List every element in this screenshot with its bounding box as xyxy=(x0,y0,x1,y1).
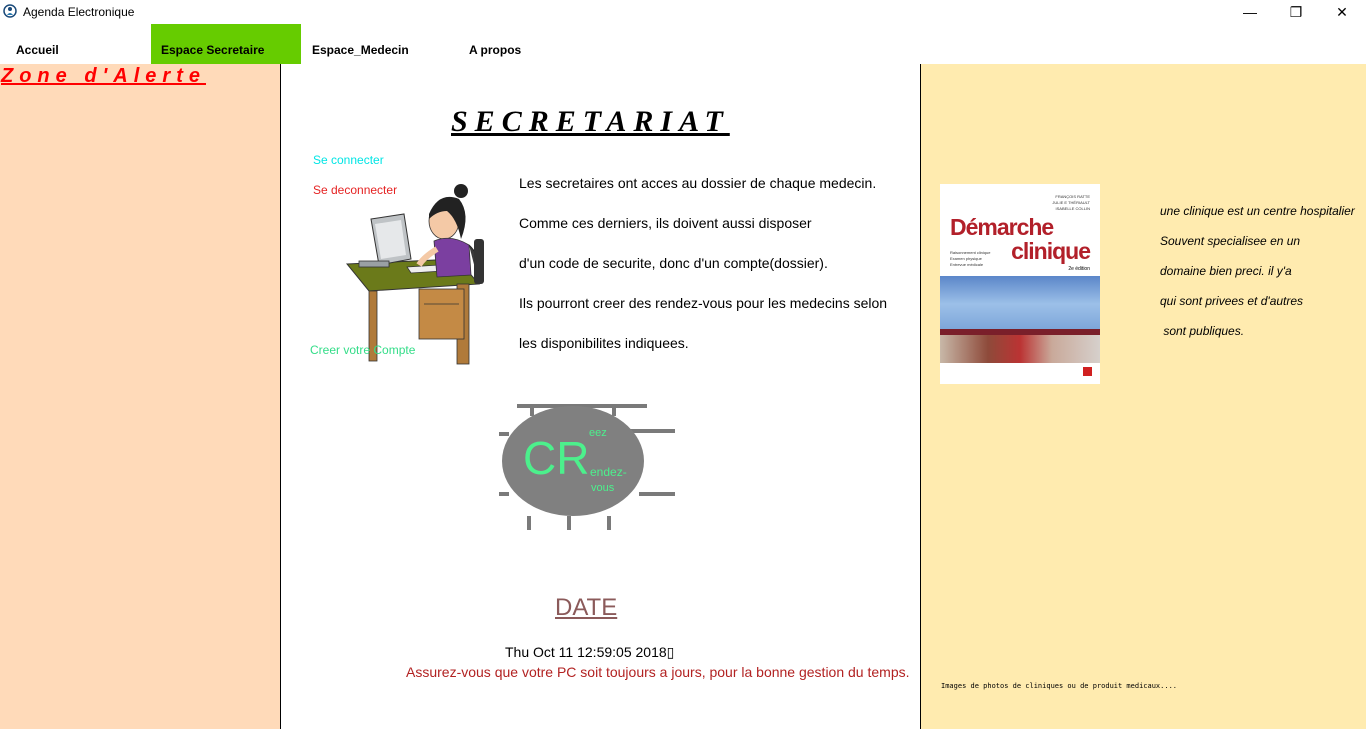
book-authors: FRANÇOIS RATTE JULIE E THÉRIAULT ISABELL… xyxy=(1052,194,1090,211)
date-value: Thu Oct 11 12:59:05 2018▯ xyxy=(505,644,675,660)
rdv-text-middle: endez- xyxy=(590,465,627,479)
secretariat-panel: SECRETARIAT Se connecter Se deconnecter … xyxy=(281,64,920,729)
menu-a-propos[interactable]: A propos xyxy=(469,24,521,64)
book-illustration xyxy=(940,276,1100,332)
book-edition: 2e édition xyxy=(1068,266,1090,272)
rdv-big-letters: CR xyxy=(523,432,589,484)
close-icon: ✕ xyxy=(1336,3,1348,20)
clinic-text-line: domaine bien preci. il y'a xyxy=(1160,264,1292,278)
create-rendezvous-button[interactable]: CR eez endez- vous xyxy=(499,404,677,532)
description-line: les disponibilites indiquees. xyxy=(519,335,689,351)
close-button[interactable]: ✕ xyxy=(1319,0,1365,24)
info-panel: FRANÇOIS RATTE JULIE E THÉRIAULT ISABELL… xyxy=(921,64,1366,729)
rdv-text-top: eez xyxy=(589,427,607,439)
restore-icon: ❐ xyxy=(1289,3,1303,20)
clinic-text-line: sont publiques. xyxy=(1160,324,1245,338)
minimize-icon: — xyxy=(1243,4,1257,20)
book-cover-image: FRANÇOIS RATTE JULIE E THÉRIAULT ISABELL… xyxy=(940,184,1100,384)
image-caption: Images de photos de cliniques ou de prod… xyxy=(941,682,1178,690)
create-account-link[interactable]: Creer votre Compte xyxy=(310,343,415,357)
menu-espace-medecin[interactable]: Espace_Medecin xyxy=(312,24,409,64)
app-icon xyxy=(3,4,17,18)
book-title-line2: clinique xyxy=(1011,238,1091,264)
menu-accueil[interactable]: Accueil xyxy=(16,24,59,64)
title-bar: Agenda Electronique — ❐ ✕ xyxy=(0,0,1366,24)
date-warning: Assurez-vous que votre PC soit toujours … xyxy=(406,664,910,680)
book-subtitle: Raisonnement clinique Examen physique En… xyxy=(950,250,991,267)
rdv-text-bottom: vous xyxy=(591,482,615,494)
alert-zone-panel: Zone d'Alerte xyxy=(0,64,280,729)
date-title: DATE xyxy=(555,594,618,621)
menu-bar: Accueil Espace Secretaire Espace_Medecin… xyxy=(0,24,1366,64)
clinic-text-line: une clinique est un centre hospitalier xyxy=(1160,204,1355,218)
maximize-button[interactable]: ❐ xyxy=(1273,0,1319,24)
window-title: Agenda Electronique xyxy=(23,5,135,19)
page-title: SECRETARIAT xyxy=(451,105,730,138)
alert-zone-title: Zone d'Alerte xyxy=(1,65,206,87)
menu-espace-secretaire[interactable]: Espace Secretaire xyxy=(151,24,301,64)
description-line: d'un code de securite, donc d'un compte(… xyxy=(519,255,828,271)
book-title-line1: Démarche xyxy=(950,214,1054,240)
minimize-button[interactable]: — xyxy=(1227,0,1273,24)
book-photos xyxy=(940,335,1100,363)
clinic-text-line: Souvent specialisee en un xyxy=(1160,234,1301,248)
connect-link[interactable]: Se connecter xyxy=(313,153,384,167)
description-line: Ils pourront creer des rendez-vous pour … xyxy=(519,295,888,311)
clinic-text-line: qui sont privees et d'autres xyxy=(1160,294,1304,308)
publisher-logo xyxy=(1083,367,1092,376)
description-line: Les secretaires ont acces au dossier de … xyxy=(519,175,877,191)
description-line: Comme ces derniers, ils doivent aussi di… xyxy=(519,215,812,231)
